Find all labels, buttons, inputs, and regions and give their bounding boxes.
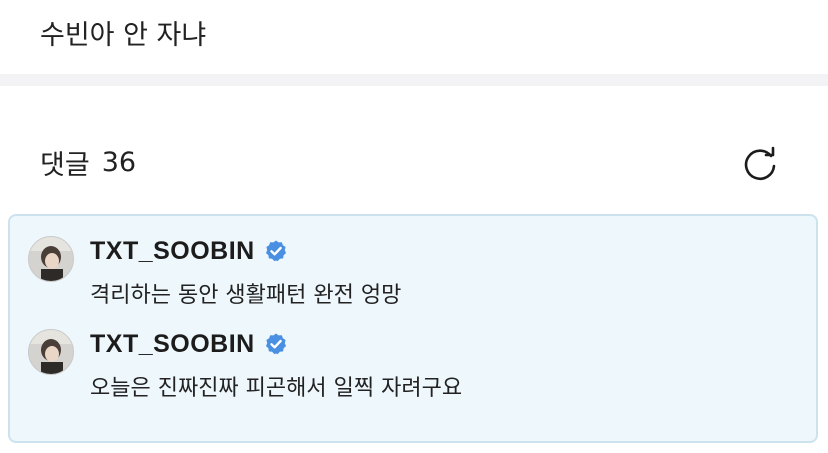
avatar[interactable] [28, 329, 74, 375]
comment-header: TXT_SOOBIN [90, 327, 288, 361]
avatar[interactable] [28, 236, 74, 282]
comments-header: 댓글 36 [40, 140, 136, 184]
refresh-icon [744, 146, 776, 181]
avatar-image [29, 237, 73, 281]
comment-username[interactable]: TXT_SOOBIN [90, 237, 255, 266]
comments-count: 36 [101, 146, 137, 178]
verified-badge-icon [265, 333, 286, 355]
refresh-button[interactable] [738, 142, 782, 186]
comment-list: TXT_SOOBIN 격리하는 동안 생활패턴 완전 엉망 TXT_SOOBIN… [8, 214, 818, 443]
comment-header: TXT_SOOBIN [90, 234, 288, 268]
comments-label: 댓글 [40, 149, 90, 181]
comment-text: 격리하는 동안 생활패턴 완전 엉망 [90, 283, 402, 308]
comment-text: 오늘은 진짜진짜 피곤해서 일찍 자려구요 [90, 376, 463, 401]
verified-badge-icon [265, 240, 286, 262]
avatar-image [29, 330, 73, 374]
section-divider [0, 74, 828, 86]
post-text: 수빈아 안 자냐 [40, 20, 207, 51]
page: 수빈아 안 자냐 댓글 36 TXT_SOOBIN 격리하는 동안 생활패턴 완… [0, 0, 828, 453]
comment-username[interactable]: TXT_SOOBIN [90, 330, 255, 359]
